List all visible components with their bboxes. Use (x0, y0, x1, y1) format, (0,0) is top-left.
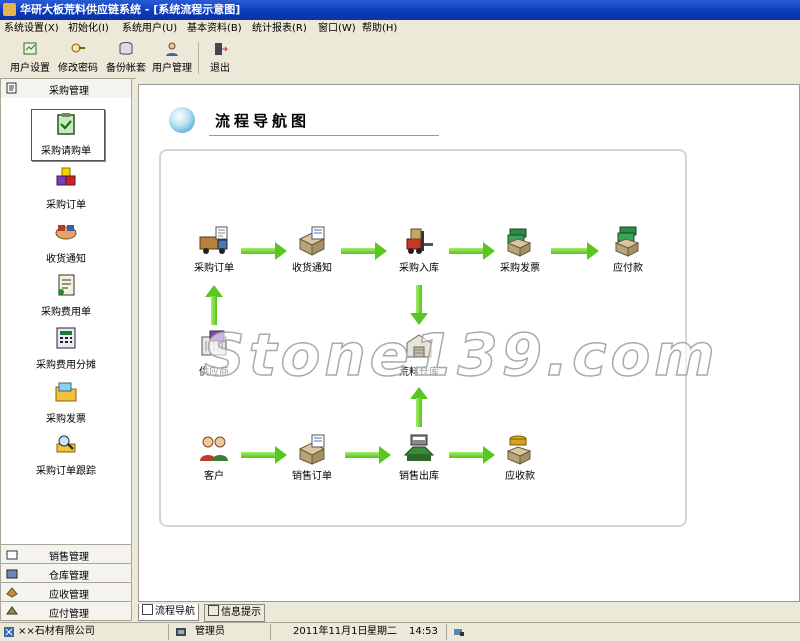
sidebar-item-purchase-invoice[interactable]: 采购发票 (3, 378, 129, 428)
flow-title: 流程导航图 (169, 105, 439, 137)
sidebar-section-sales[interactable]: 销售管理 (0, 544, 132, 564)
invoice-icon (58, 274, 75, 296)
sidebar-section-receivable[interactable]: 应收管理 (0, 582, 132, 602)
backup-button[interactable]: 备份帐套 (104, 41, 148, 75)
info-tab-icon (208, 605, 219, 616)
arrow-notice-to-inbound (341, 242, 387, 260)
money-stack-icon (506, 228, 532, 257)
handshake-icon (55, 225, 77, 240)
menu-reports[interactable]: 统计报表(R) (252, 20, 307, 38)
node-sales-outbound[interactable]: 销售出库 (384, 433, 454, 483)
sidebar-header-purchase[interactable]: 采购管理 (0, 78, 132, 99)
arrow-inbound-to-invoice (449, 242, 495, 260)
change-password-button[interactable]: 修改密码 (56, 41, 100, 75)
orb-icon (169, 107, 195, 133)
node-sales-order[interactable]: 销售订单 (277, 433, 347, 483)
node-receivable[interactable]: 应收款 (485, 433, 555, 483)
purchase-doc-icon (6, 82, 17, 94)
change-password-icon (71, 43, 85, 53)
watermark: Stone139.com (202, 320, 719, 390)
exit-icon (215, 43, 228, 55)
package-doc-icon (298, 226, 326, 256)
sidebar-item-expense-allocation[interactable]: 采购费用分摊 (3, 324, 129, 374)
status-date: 2011年11月1日 (293, 626, 368, 637)
tab-strip: 流程导航 信息提示 (136, 604, 800, 622)
receivable-icon (6, 587, 18, 598)
title-bar: 华研大板荒料供应链系统 - [系统流程示意图] (0, 0, 800, 20)
exit-button[interactable]: 退出 (204, 41, 236, 75)
menu-system-users[interactable]: 系统用户(U) (122, 20, 177, 38)
toolbar-separator (198, 42, 199, 74)
menu-help[interactable]: 帮助(H) (362, 20, 397, 38)
status-user-cell: 管理员 (168, 624, 265, 640)
customers-icon (200, 436, 228, 461)
sidebar-section-warehouse[interactable]: 仓库管理 (0, 563, 132, 583)
menu-initialize[interactable]: 初始化(I) (68, 20, 109, 38)
sidebar-section-payable[interactable]: 应付管理 (0, 601, 132, 621)
sidebar-panel: 采购请购单 采购订单 收货通知 采购费用单 采购费用分摊 采购发票 采购订单跟踪 (0, 98, 132, 544)
network-icon (454, 629, 464, 636)
app-icon (3, 3, 16, 16)
node-purchase-invoice[interactable]: 采购发票 (485, 225, 555, 275)
flow-canvas: 流程导航图 采购订单 收货通知 采购入库 采购发票 应付款 供应商 荒料仓库 客… (138, 84, 800, 602)
toolbar: 用户设置 修改密码 备份帐套 用户管理 退出 (0, 38, 800, 79)
user-management-icon (166, 42, 178, 56)
menu-system-settings[interactable]: 系统设置(X) (4, 20, 59, 38)
status-company: ××石材有限公司 (18, 626, 95, 637)
calculator-icon (56, 327, 76, 349)
backup-icon (119, 42, 133, 55)
status-network-cell (446, 624, 471, 640)
node-receiving-notice[interactable]: 收货通知 (277, 225, 347, 275)
sidebar-item-receiving-notice[interactable]: 收货通知 (3, 218, 129, 268)
payable-icon (6, 606, 18, 615)
arrow-supplier-to-order (205, 285, 223, 325)
arrow-invoice-to-payable (551, 242, 599, 260)
node-purchase-inbound[interactable]: 采购入库 (384, 225, 454, 275)
tab-flow-navigation[interactable]: 流程导航 (138, 604, 199, 621)
forklift-icon (406, 228, 433, 254)
user-settings-icon (23, 42, 37, 55)
sidebar-item-purchase-order[interactable]: 采购订单 (3, 164, 129, 214)
track-icon (56, 435, 76, 453)
node-payable[interactable]: 应付款 (593, 225, 663, 275)
main-area: 流程导航图 采购订单 收货通知 采购入库 采购发票 应付款 供应商 荒料仓库 客… (136, 78, 800, 622)
outbound-icon (403, 434, 435, 461)
sidebar-item-requisition[interactable]: 采购请购单 (3, 109, 129, 161)
menu-basic-data[interactable]: 基本资料(B) (187, 20, 242, 38)
sales-icon (6, 550, 18, 560)
warehouse-icon (6, 569, 18, 579)
sidebar: 采购管理 采购请购单 采购订单 收货通知 采购费用单 采购费用分摊 采购发票 采… (0, 78, 132, 622)
tab-info-prompt[interactable]: 信息提示 (204, 604, 265, 622)
status-bar: ××石材有限公司 管理员 2011年11月1日 星期二 14:53 (0, 622, 800, 641)
menu-window[interactable]: 窗口(W) (318, 20, 356, 38)
node-purchase-order[interactable]: 采购订单 (179, 225, 249, 275)
menu-bar: 系统设置(X) 初始化(I) 系统用户(U) 基本资料(B) 统计报表(R) 窗… (0, 20, 800, 38)
user-icon (176, 628, 186, 636)
arrow-order-to-notice (241, 242, 287, 260)
folder-icon (55, 382, 77, 402)
clipboard-check-icon (57, 113, 75, 135)
window-title: 华研大板荒料供应链系统 - [系统流程示意图] (20, 3, 241, 16)
status-time: 14:53 (409, 626, 438, 637)
sales-order-icon (298, 434, 326, 465)
delivery-truck-icon (199, 226, 228, 254)
sidebar-item-order-tracking[interactable]: 采购订单跟踪 (3, 430, 129, 480)
status-datetime-cell: 2011年11月1日 星期二 14:53 (270, 624, 443, 640)
arrow-inbound-to-warehouse (410, 285, 428, 325)
coins-box-icon (506, 435, 532, 465)
user-settings-button[interactable]: 用户设置 (8, 41, 52, 75)
flow-tab-icon (142, 604, 153, 615)
arrow-salesorder-to-outbound (345, 446, 391, 464)
cubes-icon (56, 167, 76, 186)
arrow-customer-to-salesorder (241, 446, 287, 464)
flag-icon (4, 627, 14, 637)
arrow-outbound-to-receivable (449, 446, 495, 464)
node-customer[interactable]: 客户 (179, 433, 249, 483)
title-underline (209, 135, 439, 136)
arrow-outbound-to-warehouse (410, 387, 428, 427)
user-management-button[interactable]: 用户管理 (150, 41, 194, 75)
sidebar-item-expense-sheet[interactable]: 采购费用单 (3, 271, 129, 321)
status-weekday: 星期二 (367, 626, 397, 637)
money-boxes-icon (614, 226, 640, 257)
